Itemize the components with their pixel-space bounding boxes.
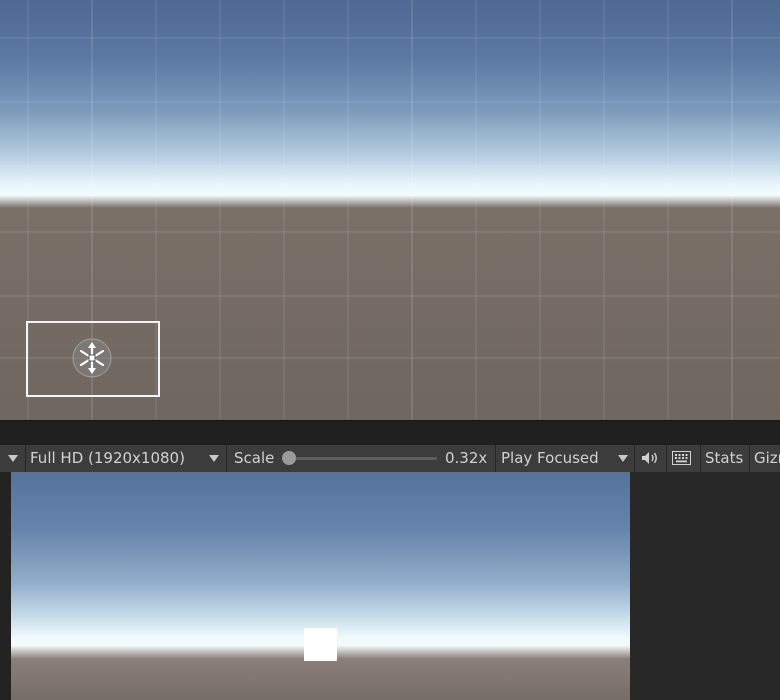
play-mode-caret-icon[interactable] bbox=[618, 455, 628, 462]
scale-slider-thumb[interactable] bbox=[282, 451, 296, 465]
keyboard-icon bbox=[672, 451, 691, 465]
camera-gizmo-icon[interactable] bbox=[72, 338, 112, 378]
mute-audio-button[interactable] bbox=[640, 445, 662, 472]
gizmos-label: Gizm bbox=[754, 449, 780, 467]
panel-divider bbox=[0, 420, 780, 446]
play-mode-label: Play Focused bbox=[501, 449, 599, 467]
display-dropdown-caret-icon[interactable] bbox=[8, 455, 18, 462]
resolution-dropdown-caret-icon[interactable] bbox=[209, 455, 219, 462]
stats-button[interactable]: Stats bbox=[705, 445, 743, 472]
scene-view[interactable] bbox=[0, 0, 780, 420]
game-cube-object bbox=[304, 628, 337, 661]
resolution-dropdown[interactable]: Full HD (1920x1080) bbox=[30, 445, 185, 472]
speaker-icon bbox=[642, 452, 657, 464]
play-mode-dropdown[interactable]: Play Focused bbox=[501, 445, 599, 472]
game-view-gutter bbox=[0, 472, 11, 700]
stats-label: Stats bbox=[705, 449, 744, 467]
unity-editor-window: Full HD (1920x1080) Scale 0.32x Play Foc… bbox=[0, 0, 780, 700]
game-viewport[interactable] bbox=[11, 472, 630, 700]
scale-value: 0.32x bbox=[445, 449, 488, 467]
keyboard-shortcuts-button[interactable] bbox=[672, 445, 694, 472]
scale-label: Scale bbox=[234, 449, 275, 467]
gizmos-button[interactable]: Gizm bbox=[754, 445, 780, 472]
resolution-label: Full HD (1920x1080) bbox=[30, 449, 185, 467]
scale-slider-track[interactable] bbox=[289, 457, 437, 460]
